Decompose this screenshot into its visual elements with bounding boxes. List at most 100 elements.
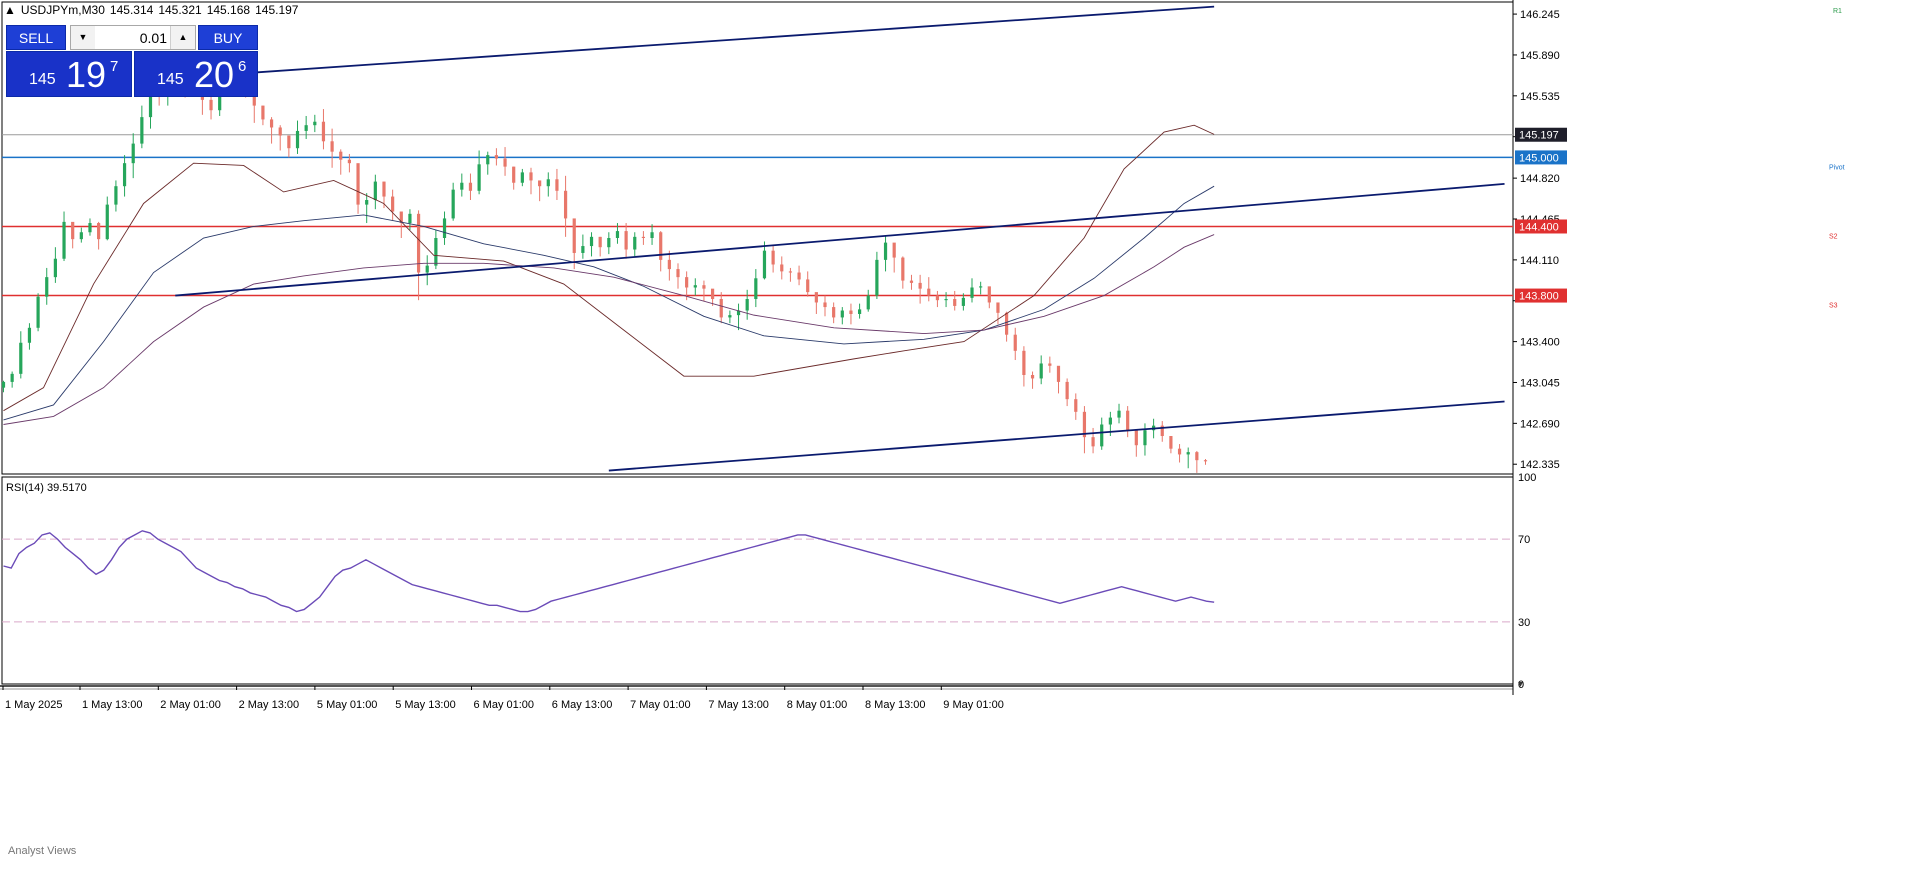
candle-body: [961, 297, 965, 306]
candle-body: [408, 213, 412, 224]
candle-body: [589, 236, 594, 247]
candle-body: [1143, 430, 1147, 446]
sell-quote-fraction: 7: [110, 58, 119, 75]
close-value: 145.197: [255, 3, 299, 17]
candle-body: [823, 302, 827, 308]
candle-body: [45, 277, 49, 297]
time-tick-label: 2 May 01:00: [160, 699, 221, 711]
candle-body: [442, 218, 447, 238]
candle-body: [356, 163, 360, 205]
buy-quote[interactable]: 145 20 6: [134, 51, 258, 97]
candle-body: [693, 285, 697, 288]
candle-body: [88, 223, 92, 233]
candle-body: [771, 250, 775, 265]
candle-body: [935, 295, 940, 301]
candle-body: [849, 310, 853, 314]
candle-body: [79, 232, 83, 240]
candle-body: [373, 181, 377, 201]
candle-body: [806, 279, 810, 293]
candle-body: [1074, 399, 1078, 412]
rsi-tick-label: 30: [1518, 617, 1530, 629]
high-value: 145.321: [158, 3, 202, 17]
sell-quote[interactable]: 145 19 7: [6, 51, 132, 97]
candle-body: [313, 121, 317, 126]
candle-body: [36, 296, 40, 328]
r1-tag: R1: [1833, 8, 1842, 15]
candle-body: [140, 117, 144, 144]
price-tick-label: 145.535: [1520, 91, 1560, 103]
candle-body: [131, 143, 135, 164]
candle-body: [944, 299, 948, 301]
candle-body: [1039, 363, 1043, 379]
candle-body: [788, 271, 793, 273]
candle-body: [650, 232, 654, 238]
time-tick-label: 8 May 01:00: [787, 699, 848, 711]
candle-body: [278, 127, 282, 136]
scroll-end-icon[interactable]: ▾: [1518, 679, 1523, 690]
buy-button[interactable]: BUY: [198, 25, 258, 50]
candle-body: [615, 231, 620, 238]
sell-quote-big-figure: 145: [29, 71, 56, 88]
candle-body: [1134, 430, 1138, 446]
time-tick-label: 2 May 13:00: [239, 699, 300, 711]
candle-body: [581, 246, 585, 253]
candle-body: [857, 309, 862, 314]
candle-body: [1005, 312, 1009, 335]
price-tick-label: 145.890: [1520, 50, 1560, 62]
candle-body: [114, 186, 118, 205]
symbol-dropdown-icon[interactable]: ▲: [4, 3, 16, 17]
open-value: 145.314: [109, 3, 154, 17]
candle-body: [304, 125, 308, 131]
sell-button[interactable]: SELL: [6, 25, 66, 50]
price-tick-label: 144.820: [1520, 173, 1560, 185]
price-tick-label: 142.335: [1520, 459, 1560, 471]
time-tick-label: 7 May 13:00: [708, 699, 769, 711]
chart-canvas[interactable]: 146.245145.890145.535144.820144.465144.1…: [0, 0, 1916, 874]
level-tag: S2: [1829, 233, 1838, 240]
candle-body: [1108, 417, 1112, 425]
candle-body: [641, 236, 646, 238]
low-value: 145.168: [206, 3, 251, 17]
candle-body: [832, 307, 836, 318]
candle-body: [624, 231, 628, 250]
time-tick-label: 6 May 13:00: [552, 699, 613, 711]
current-price-label: 145.197: [1519, 130, 1559, 142]
candle-body: [1177, 448, 1182, 455]
candle-body: [295, 130, 300, 149]
candle-body: [892, 242, 896, 258]
candle-body: [814, 292, 818, 303]
analyst-views-tab[interactable]: Analyst Views: [8, 845, 76, 857]
buy-quote-pips: 20: [194, 54, 235, 95]
lot-size-input[interactable]: [95, 26, 171, 49]
candle-body: [451, 189, 455, 219]
level-tag: Pivot: [1829, 164, 1845, 171]
candle-body: [875, 259, 879, 296]
candle-body: [105, 204, 109, 240]
candle-body: [1048, 363, 1052, 366]
time-tick-label: 8 May 13:00: [865, 699, 926, 711]
lot-decrease-icon[interactable]: ▼: [71, 26, 96, 49]
candle-body: [710, 288, 715, 300]
candle-body: [719, 299, 723, 318]
candle-body: [512, 166, 516, 183]
candle-body: [572, 218, 576, 253]
candle-body: [19, 342, 23, 374]
candle-body: [529, 172, 533, 181]
candle-body: [1117, 410, 1121, 418]
price-tick-label: 144.110: [1520, 255, 1559, 267]
symbol-label: USDJPYm,M30: [20, 3, 105, 17]
candle-body: [339, 151, 343, 160]
buy-quote-big-figure: 145: [157, 71, 184, 88]
candle-body: [633, 236, 637, 250]
lot-increase-icon[interactable]: ▲: [170, 26, 195, 49]
candle-body: [97, 223, 101, 240]
buy-quote-fraction: 6: [238, 58, 247, 75]
rsi-tick-label: 70: [1518, 534, 1530, 546]
level-tag: S3: [1829, 303, 1838, 310]
candle-body: [382, 181, 386, 197]
candle-body: [762, 250, 767, 279]
candle-body: [391, 196, 395, 212]
candle-body: [667, 259, 671, 270]
level-badge-label: 144.400: [1519, 221, 1559, 233]
candle-body: [780, 264, 784, 272]
